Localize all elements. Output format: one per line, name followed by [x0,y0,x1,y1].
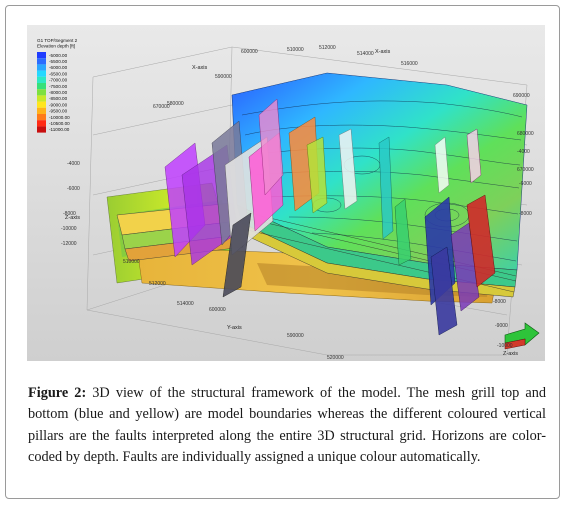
tick-label: -4000 [517,149,530,155]
legend-swatch [37,114,46,121]
legend-label: -10500.00 [49,121,70,126]
tick-label: 690000 [513,93,530,99]
legend-label: -6000.00 [49,65,68,70]
legend-swatch [37,64,46,71]
legend-swatch [37,107,46,114]
tick-label: 600000 [209,307,226,313]
tick-label: -10000 [497,343,513,349]
legend-swatch [37,58,46,65]
legend-label: -6500.00 [49,71,68,76]
tick-label: 670000 [153,104,170,110]
tick-label: -8000 [493,299,506,305]
structural-model-3d-view: G1 TOP/Segment 2 Elevation depth [ft] -5… [27,25,545,361]
tick-label: 590000 [287,333,304,339]
tick-label: -6000 [519,181,532,187]
tick-label: -8000 [519,211,532,217]
tick-label: 680000 [517,131,534,137]
x-axis-title-left: X-axis [192,65,208,71]
y-axis-title: Y-axis [227,325,242,331]
tick-label: 516000 [401,61,418,67]
tick-label: -9000 [495,323,508,329]
z-axis-title-corner: Z-axis [503,351,518,357]
legend-subtitle: Elevation depth [ft] [37,44,75,49]
legend-label: -8500.00 [49,96,68,101]
legend-label: -11000.00 [49,127,70,132]
legend-swatch [37,83,46,90]
legend-swatch [37,120,46,127]
figure-caption: Figure 2: 3D view of the structural fram… [28,383,546,468]
legend-label: -7000.00 [49,78,68,83]
legend-label: -7500.00 [49,84,68,89]
tick-label: -4000 [67,161,80,167]
x-axis-title-top: X-axis [375,49,391,55]
tick-label: 512000 [149,281,166,287]
legend-swatch [37,95,46,102]
legend-swatch [37,101,46,108]
tick-label: -6000 [67,186,80,192]
legend-swatch [37,52,46,59]
tick-label: -10000 [61,226,77,232]
caption-label: Figure 2: [28,385,87,401]
tick-label: 510000 [123,259,140,265]
legend-swatch [37,76,46,83]
tick-label: 600000 [241,49,258,55]
tick-label: 514000 [357,51,374,57]
legend-label: -9000.00 [49,102,68,107]
legend-swatch [37,70,46,77]
tick-label: -12000 [61,241,77,247]
legend-label: -5000.00 [49,53,68,58]
tick-label: -8000 [63,211,76,217]
caption-text: 3D view of the structural framework of t… [28,385,546,465]
tick-label: 512000 [319,45,336,51]
legend-swatch [37,126,46,133]
tick-label: 670000 [517,167,534,173]
legend-label: -10000.00 [49,115,70,120]
legend-label: -9500.00 [49,109,68,114]
figure-frame: G1 TOP/Segment 2 Elevation depth [ft] -5… [5,5,560,499]
tick-label: 510000 [287,47,304,53]
legend-swatch [37,89,46,96]
tick-label: 514000 [177,301,194,307]
tick-label: 590000 [215,74,232,80]
legend-label: -5500.00 [49,59,68,64]
legend-label: -8000.00 [49,90,68,95]
tick-label: 520000 [327,355,344,361]
legend-title: G1 TOP/Segment 2 [37,38,78,43]
